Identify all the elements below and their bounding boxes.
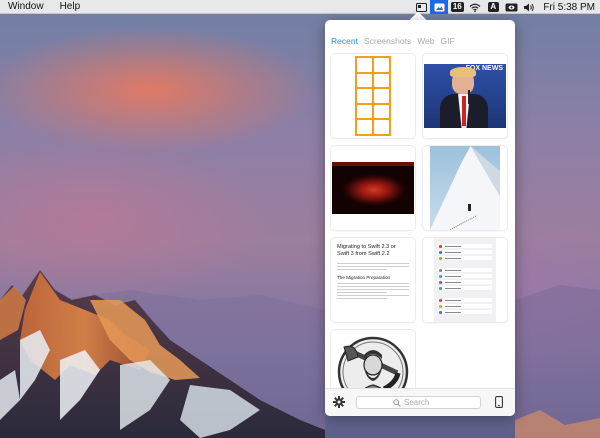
menu-window[interactable]: Window	[0, 0, 52, 14]
app-screenshots-image	[355, 56, 391, 136]
thumbnail-news-photo[interactable]: FOX NEWS	[423, 54, 507, 138]
news-photo-image: FOX NEWS	[424, 64, 506, 128]
menu-bar-clock[interactable]: Fri 5:38 PM	[538, 2, 600, 13]
calendar-icon[interactable]: 16	[448, 0, 466, 14]
photos-icon[interactable]	[412, 0, 430, 14]
calendar-badge: 16	[450, 2, 464, 12]
input-source-icon[interactable]: A	[484, 0, 502, 14]
phone-icon[interactable]	[493, 395, 505, 409]
thumbnail-ios-settings[interactable]	[423, 238, 507, 322]
popover-bottom-bar	[325, 388, 515, 416]
document-title: Migrating to Swift 2.3 or Swift 3 from S…	[337, 244, 396, 257]
thumbnail-document[interactable]: Migrating to Swift 2.3 or Swift 3 from S…	[331, 238, 415, 322]
thumbnail-grid: FOX NEWS Migrating to Swift 2.3 or Swift…	[325, 50, 515, 414]
search-input[interactable]	[404, 398, 444, 407]
document-subheading: The Migration Preparation	[337, 275, 391, 280]
tab-screenshots[interactable]: Screenshots	[364, 34, 411, 48]
search-icon	[393, 394, 401, 412]
thumbnail-red-image[interactable]	[331, 146, 415, 230]
input-source-label: A	[487, 2, 499, 12]
filter-tabs: Recent Screenshots Web GIF	[325, 34, 515, 48]
volume-icon[interactable]	[520, 0, 538, 14]
menu-bar-status-area: 16 A Fri 5:38 PM	[412, 0, 600, 14]
search-field[interactable]	[356, 396, 481, 409]
red-image	[332, 162, 414, 214]
tab-gif[interactable]: GIF	[441, 34, 455, 48]
menu-bar: Window Help 16 A Fri 5:38 PM	[0, 0, 600, 14]
display-mirroring-icon[interactable]	[502, 0, 520, 14]
screenshot-manager-icon[interactable]	[430, 0, 449, 14]
thumbnail-snow-photo[interactable]	[423, 146, 507, 230]
menu-help[interactable]: Help	[52, 0, 89, 14]
screenshot-popover: Recent Screenshots Web GIF FOX NEWS Migr…	[325, 20, 515, 416]
tab-recent[interactable]: Recent	[331, 34, 358, 48]
wifi-icon[interactable]	[466, 0, 484, 14]
gear-icon[interactable]	[332, 395, 346, 409]
thumbnail-app-screenshots[interactable]	[331, 54, 415, 138]
ios-settings-image	[434, 238, 496, 322]
document-preview: Migrating to Swift 2.3 or Swift 3 from S…	[331, 238, 415, 322]
snow-slope-image	[430, 146, 500, 230]
tab-web[interactable]: Web	[417, 34, 434, 48]
